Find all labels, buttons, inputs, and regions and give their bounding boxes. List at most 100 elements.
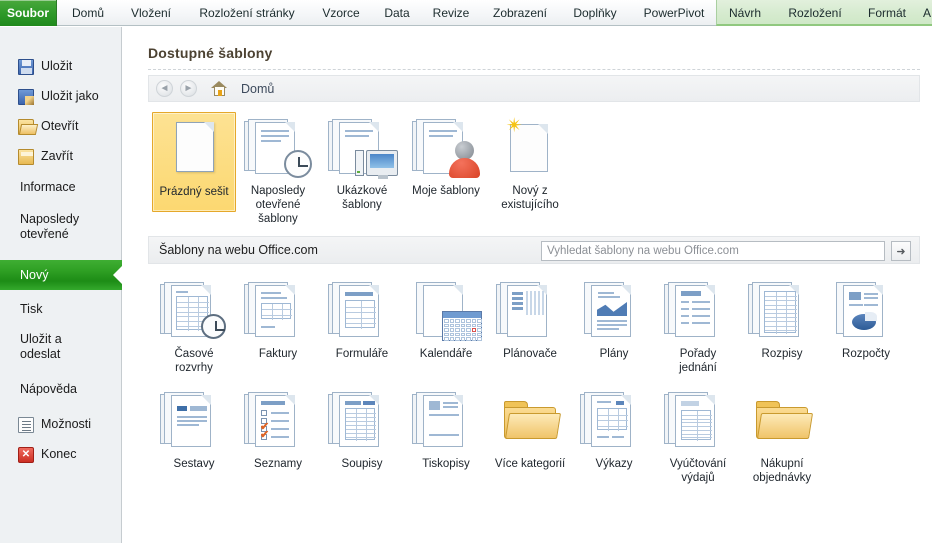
search-input[interactable]	[541, 241, 885, 261]
forward-button[interactable]: ►	[180, 80, 197, 97]
template-tile-naposledy[interactable]: Naposledy otevřené šablony	[236, 112, 320, 226]
template-tile-nový-z[interactable]: ✴ Nový z existujícího	[488, 112, 572, 212]
close-folder-icon	[18, 149, 34, 165]
template-label: Rozpisy	[761, 348, 803, 360]
backstage-main-panel: Dostupné šablony ◄ ► Domů Prázdný sešit N…	[123, 27, 932, 543]
tab-data[interactable]: Data	[374, 0, 420, 26]
template-tile-kalendáře[interactable]: Kalendáře	[404, 275, 488, 361]
template-tile-rozpisy[interactable]: Rozpisy	[740, 275, 824, 361]
sidebar-item-label: Uložit a odeslat	[20, 332, 62, 361]
plan-icon	[578, 281, 650, 343]
sidebar-item-konec[interactable]: Konec	[0, 447, 122, 467]
person-pages-icon	[410, 118, 482, 180]
form-icon	[326, 281, 398, 343]
tab-vlo-en-[interactable]: Vložení	[120, 0, 182, 26]
tab-a[interactable]: A	[920, 0, 932, 26]
invoice-icon	[242, 281, 314, 343]
sidebar-item-label: Konec	[41, 447, 77, 461]
template-tile-více-kategorií[interactable]: Více kategorií	[488, 385, 572, 471]
sidebar-item-mo-nosti[interactable]: Možnosti	[0, 417, 122, 437]
tab-powerpivot[interactable]: PowerPivot	[632, 0, 716, 26]
template-tile-výkazy[interactable]: Výkazy	[572, 385, 656, 471]
search-go-button[interactable]: ➜	[891, 241, 911, 261]
tab-n-vrh[interactable]: Návrh	[718, 0, 772, 26]
template-tile-nákupní[interactable]: Nákupní objednávky	[740, 385, 824, 485]
template-tile-plánovače[interactable]: Plánovače	[488, 275, 572, 361]
save-icon	[18, 59, 34, 75]
template-label: Více kategorií	[494, 458, 566, 470]
sidebar-item-ulo-it-a[interactable]: Uložit a odeslat	[0, 332, 122, 366]
template-tile-seznamy[interactable]: ✔ ✔ Seznamy	[236, 385, 320, 471]
breadcrumb-item-home[interactable]: Domů	[241, 82, 274, 96]
template-tile-tiskopisy[interactable]: Tiskopisy	[404, 385, 488, 471]
tab-rozlo-en-[interactable]: Rozložení	[776, 0, 854, 26]
template-tile-časové[interactable]: Časové rozvrhy	[152, 275, 236, 375]
template-label: Rozpočty	[842, 348, 890, 360]
tab-revize[interactable]: Revize	[424, 0, 478, 26]
sidebar-item-ulo-it-jako[interactable]: Uložit jako	[0, 89, 122, 109]
schedule-icon	[746, 281, 818, 343]
tab-dom-[interactable]: Domů	[60, 0, 116, 26]
template-label: Kalendáře	[419, 348, 473, 360]
template-tile-soupisy[interactable]: Soupisy	[320, 385, 404, 471]
template-tile-ukázkové[interactable]: Ukázkové šablony	[320, 112, 404, 212]
template-label: Formuláře	[335, 348, 389, 360]
template-tile-vyúčtování[interactable]: Vyúčtování výdajů	[656, 385, 740, 485]
report-icon	[158, 391, 230, 453]
sidebar-item-label: Nápověda	[20, 382, 77, 396]
breadcrumb: ◄ ► Domů	[148, 75, 920, 102]
sidebar-item-ulo-it[interactable]: Uložit	[0, 59, 122, 79]
open-folder-icon	[18, 119, 34, 135]
tab-soubor[interactable]: Soubor	[0, 0, 57, 26]
tab-zobrazen-[interactable]: Zobrazení	[482, 0, 558, 26]
tab-vzorce[interactable]: Vzorce	[312, 0, 370, 26]
sidebar-item-otev-t[interactable]: Otevřít	[0, 119, 122, 139]
sidebar-item-zav-t[interactable]: Zavřít	[0, 149, 122, 169]
template-label: Sestavy	[173, 458, 215, 470]
template-label: Naposledy otevřené šablony	[250, 185, 306, 225]
title-divider	[148, 69, 920, 70]
sidebar-item-label: Možnosti	[41, 417, 92, 431]
office-section-label: Šablony na webu Office.com	[159, 243, 318, 257]
sidebar-item-label: Otevřít	[41, 119, 79, 133]
sidebar-item-tisk[interactable]: Tisk	[0, 302, 122, 322]
template-label: Soupisy	[341, 458, 383, 470]
template-tile-formuláře[interactable]: Formuláře	[320, 275, 404, 361]
sidebar-item-label: Zavřít	[41, 149, 73, 163]
template-label: Plány	[599, 348, 629, 360]
tab-dopl-ky[interactable]: Doplňky	[562, 0, 628, 26]
calendar-icon	[410, 281, 482, 343]
template-tile-faktury[interactable]: Faktury	[236, 275, 320, 361]
sidebar-item-informace[interactable]: Informace	[0, 180, 122, 200]
backstage-sidebar: Uložit Uložit jako Otevřít Zavřít Informace N…	[0, 27, 122, 543]
tab-form-t[interactable]: Formát	[858, 0, 916, 26]
agenda-icon	[662, 281, 734, 343]
sparkle-page-icon: ✴	[494, 116, 566, 180]
timesheet-icon	[158, 281, 230, 343]
tab-rozlo-en-str-nky[interactable]: Rozložení stránky	[186, 0, 308, 26]
template-tile-pořady[interactable]: Pořady jednání	[656, 275, 740, 375]
template-label: Prázdný sešit	[159, 186, 229, 198]
sidebar-item-nov-[interactable]: Nový	[0, 260, 122, 290]
template-tile-sestavy[interactable]: Sestavy	[152, 385, 236, 471]
template-tile-rozpočty[interactable]: Rozpočty	[824, 275, 908, 361]
planner-icon	[494, 281, 566, 343]
template-label: Ukázkové šablony	[336, 185, 388, 211]
template-label: Nový z existujícího	[501, 185, 559, 211]
template-label: Tiskopisy	[422, 458, 470, 470]
template-label: Moje šablony	[412, 185, 480, 197]
template-tile-plány[interactable]: Plány	[572, 275, 656, 361]
sidebar-item-label: Uložit jako	[41, 89, 99, 103]
office-section-bar: Šablony na webu Office.com ➜	[148, 236, 920, 264]
template-label: Faktury	[258, 348, 298, 360]
template-label: Pořady jednání	[679, 348, 717, 374]
template-tile-moje-šablony[interactable]: Moje šablony	[404, 112, 488, 198]
template-label: Seznamy	[254, 458, 302, 470]
sidebar-item-n-pov-da[interactable]: Nápověda	[0, 382, 122, 402]
sidebar-item-naposledy[interactable]: Naposledy otevřené	[0, 212, 122, 246]
template-label: Vyúčtování výdajů	[669, 458, 727, 484]
template-tile-prázdný-sešit[interactable]: Prázdný sešit	[152, 112, 236, 212]
back-button[interactable]: ◄	[156, 80, 173, 97]
sidebar-item-label: Nový	[20, 267, 49, 282]
home-icon[interactable]	[211, 81, 228, 96]
